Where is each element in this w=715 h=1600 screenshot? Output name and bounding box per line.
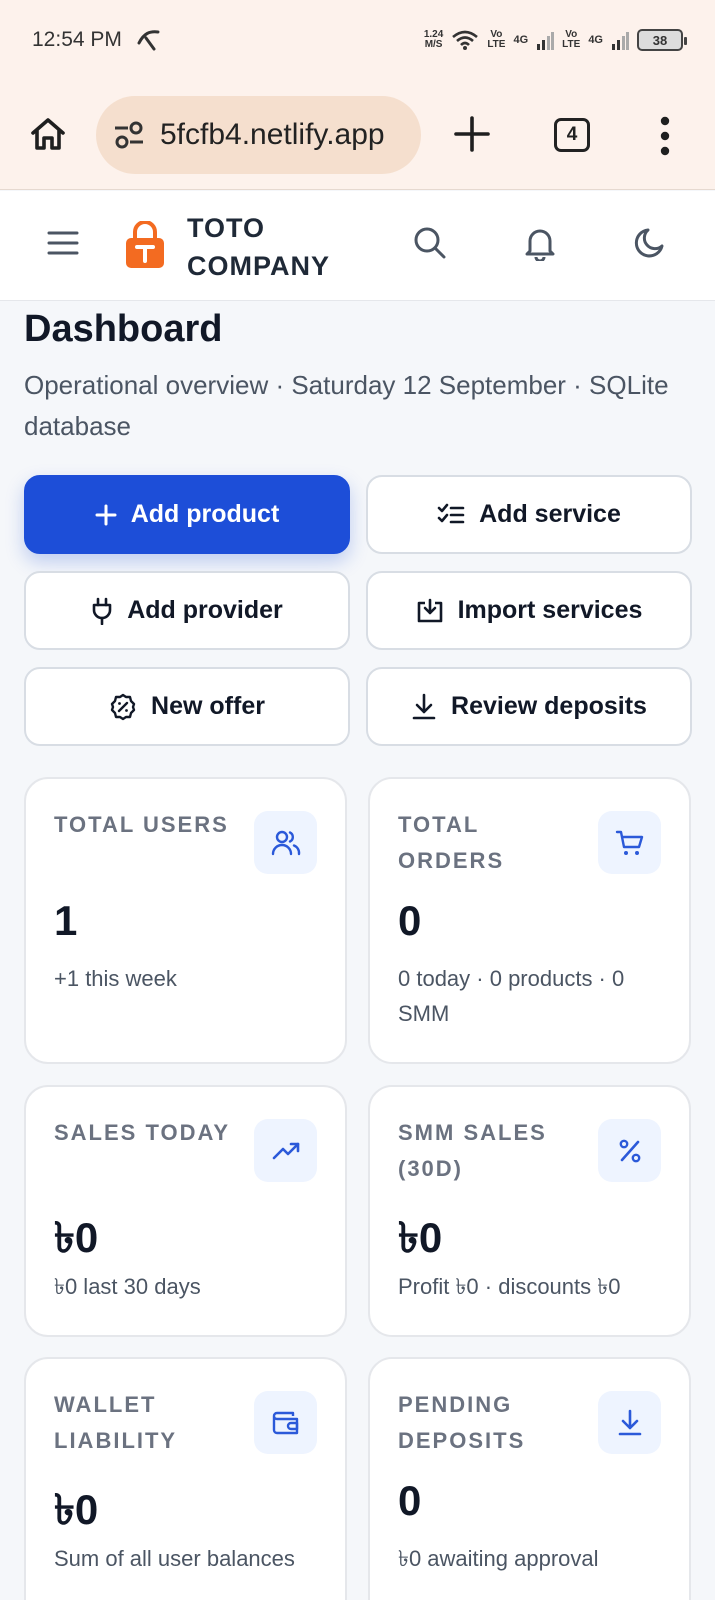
review-deposits-button[interactable]: Review deposits (366, 667, 692, 746)
stat-value: 0 (398, 1477, 422, 1524)
theme-toggle-button[interactable] (634, 225, 668, 259)
signal-icon (611, 30, 629, 50)
stat-note: ৳0 last 30 days (54, 1274, 201, 1299)
hamburger-icon (47, 231, 79, 255)
stat-value: ৳0 (398, 1214, 443, 1261)
tab-switcher-button[interactable]: 4 (554, 118, 590, 152)
sim2-volte: Vo LTE (562, 29, 581, 50)
plug-icon (92, 597, 112, 625)
signal-icon (536, 30, 555, 50)
stat-note: 0 today · 0 products · 0 SMM (398, 966, 625, 1026)
wallet-icon (254, 1391, 317, 1454)
badge-percent-icon (110, 693, 136, 720)
address-bar[interactable]: 5fcfb4.netlify.app (96, 96, 421, 174)
search-button[interactable] (412, 225, 448, 261)
stat-value: ৳0 (54, 1486, 99, 1533)
battery-level: 38 (652, 32, 668, 48)
search-icon (414, 227, 446, 259)
brand-name[interactable]: TOTO COMPANY (187, 209, 367, 285)
stat-card-pending-deposits[interactable]: Pending deposits 0 ৳0 awaiting approval (368, 1357, 691, 1600)
stat-value: 1 (54, 897, 78, 944)
add-service-label: Add service (479, 500, 621, 528)
bell-icon (525, 229, 555, 261)
stat-value: ৳0 (54, 1214, 99, 1261)
stat-card-sales-today[interactable]: Sales today ৳0 ৳0 last 30 days (24, 1085, 347, 1337)
new-offer-label: New offer (151, 692, 265, 720)
shopping-bag-icon (126, 221, 164, 268)
stat-value: 0 (398, 897, 422, 944)
review-deposits-label: Review deposits (451, 692, 647, 720)
stat-card-smm-sales[interactable]: SMM sales (30D) ৳0 Profit ৳0 · discounts… (368, 1085, 691, 1337)
menu-toggle-button[interactable] (46, 228, 80, 258)
percent-icon (598, 1119, 661, 1182)
new-tab-button[interactable] (452, 114, 492, 154)
add-provider-button[interactable]: Add provider (24, 571, 350, 650)
status-right: 1.24 M/S Vo LTE 4G Vo LTE 4G 38 (423, 29, 687, 51)
shopping-cart-icon (598, 811, 661, 874)
more-vertical-icon (660, 116, 670, 156)
stat-note: +1 this week (54, 966, 177, 991)
home-icon (31, 118, 65, 150)
stat-card-total-users[interactable]: Total users 1 +1 this week (24, 777, 347, 1064)
status-left: 12:54 PM (32, 28, 162, 52)
import-services-button[interactable]: Import services (366, 571, 692, 650)
sim1-network: 4G (513, 34, 529, 46)
stat-label: SMM sales (30D) (398, 1120, 547, 1181)
sim1-volte: Vo LTE (487, 29, 506, 50)
status-time: 12:54 PM (32, 28, 122, 51)
users-icon (254, 811, 317, 874)
download-icon (412, 693, 436, 719)
page-title: Dashboard (24, 308, 223, 350)
stat-label: Total orders (398, 812, 505, 873)
import-services-label: Import services (457, 596, 643, 624)
add-service-button[interactable]: Add service (366, 475, 692, 554)
tab-count: 4 (566, 124, 578, 145)
trending-up-icon (254, 1119, 317, 1182)
brand-line2: COMPANY (187, 251, 331, 281)
stat-label: Wallet liability (54, 1392, 178, 1453)
stat-label: Pending deposits (398, 1392, 526, 1453)
home-button[interactable] (28, 114, 68, 154)
plus-icon (95, 504, 117, 525)
notifications-button[interactable] (522, 225, 558, 261)
network-operator-icon (136, 29, 162, 51)
site-settings-icon[interactable] (112, 120, 146, 150)
stat-card-total-orders[interactable]: Total orders 0 0 today · 0 products · 0 … (368, 777, 691, 1064)
app-header: TOTO COMPANY (0, 191, 715, 301)
stat-note: Profit ৳0 · discounts ৳0 (398, 1274, 621, 1299)
stat-note: Sum of all user balances (54, 1546, 295, 1571)
brand-logo[interactable] (124, 221, 166, 269)
moon-icon (634, 228, 664, 258)
download-icon (598, 1391, 661, 1454)
plus-icon (454, 116, 490, 152)
page-subtitle: Operational overview · Saturday 12 Septe… (24, 370, 669, 441)
stat-card-wallet-liability[interactable]: Wallet liability ৳0 Sum of all user bala… (24, 1357, 347, 1600)
network-speed: 1.24 M/S (423, 29, 444, 50)
import-icon (417, 598, 442, 622)
browser-menu-button[interactable] (658, 116, 672, 156)
add-product-button[interactable]: Add product (24, 475, 350, 554)
status-bar: 12:54 PM 1.24 M/S Vo LTE 4G Vo LTE 4G 38 (0, 0, 715, 80)
list-checks-icon (437, 503, 465, 523)
stat-label: Total users (54, 812, 229, 837)
stat-note: ৳0 awaiting approval (398, 1546, 599, 1571)
battery-icon: 38 (637, 29, 687, 51)
browser-toolbar: 5fcfb4.netlify.app 4 (0, 80, 715, 190)
wifi-icon (451, 29, 479, 51)
stat-label: Sales today (54, 1120, 231, 1145)
add-product-label: Add product (130, 500, 280, 528)
brand-line1: TOTO (187, 213, 266, 243)
add-provider-label: Add provider (127, 596, 283, 624)
new-offer-button[interactable]: New offer (24, 667, 350, 746)
url-text[interactable]: 5fcfb4.netlify.app (160, 118, 385, 152)
sim2-network: 4G (588, 34, 603, 46)
